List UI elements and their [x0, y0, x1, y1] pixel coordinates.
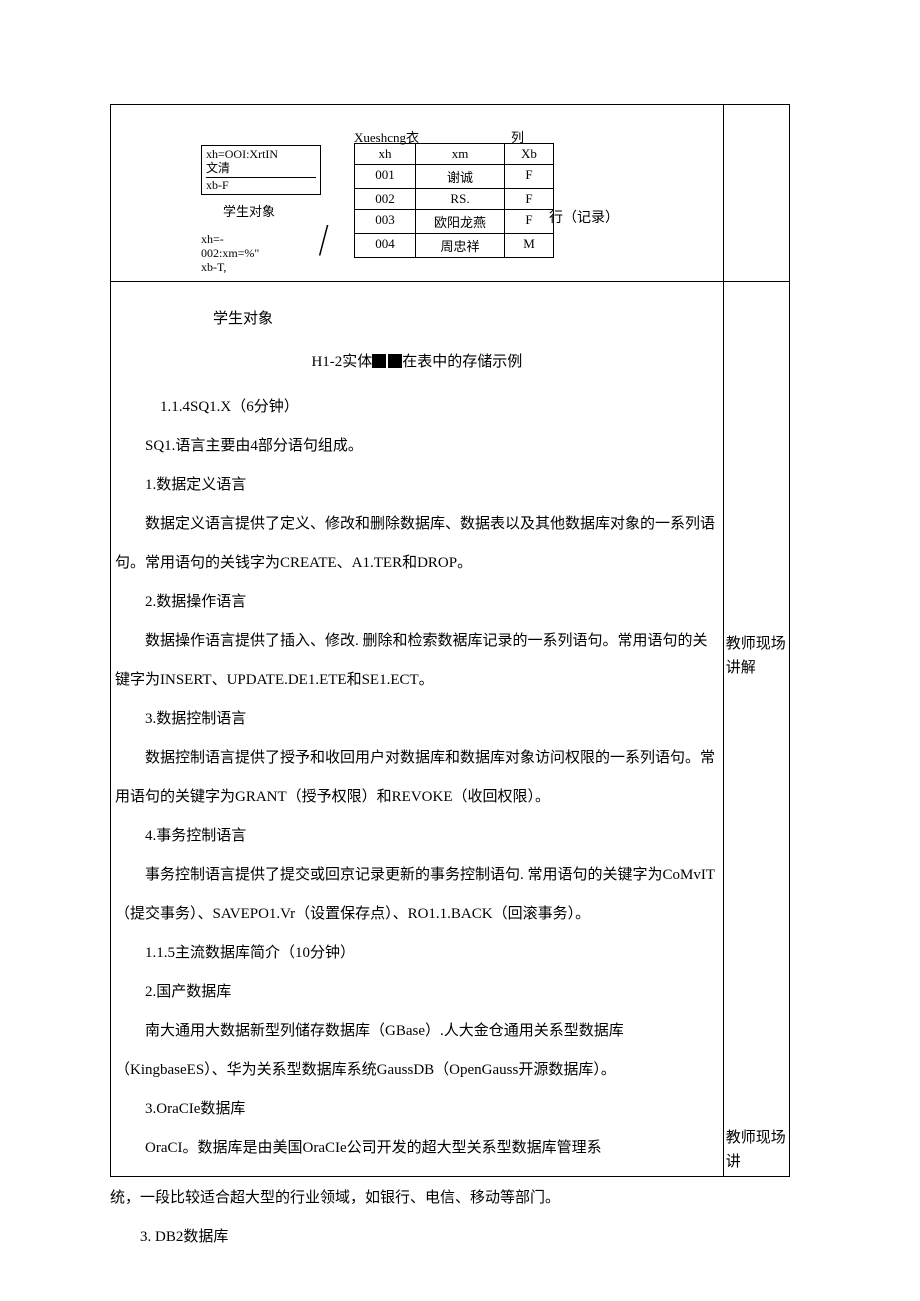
obj2-line2: 002:xm=%"	[201, 247, 259, 261]
side-note-1: 教师现场讲解	[726, 632, 787, 680]
figure-area: xh=OOI:XrtIN 文清 xb-F 学生对象 xh=- 002:xm=%"…	[111, 105, 723, 281]
figure-caption: H1-2实体在表中的存储示例 H1-2实体在表中的存储示例	[115, 343, 719, 382]
obj1-line2: 文清	[206, 162, 316, 176]
h-dml: 2.数据操作语言	[115, 583, 719, 622]
data-table: xh xm Xb 001 谢诚 F 002 RS. F	[354, 143, 554, 258]
row-label: 行（记录）	[549, 207, 619, 227]
table-row: 003 欧阳龙燕 F	[355, 210, 554, 234]
table-row: 004 周忠祥 M	[355, 234, 554, 258]
slash-divider: /	[320, 213, 326, 266]
h-oracle: 3.OraCIe数据库	[115, 1090, 719, 1129]
side-note-2: 教师现场讲	[726, 1126, 787, 1174]
side-cell-upper	[723, 105, 789, 282]
h-ddl: 1.数据定义语言	[115, 466, 719, 505]
p-sql-intro: SQ1.语言主要由4部分语句组成。	[115, 427, 719, 466]
h-domestic-db: 2.国产数据库	[115, 973, 719, 1012]
student-obj-line: 学生对象	[115, 300, 719, 339]
obj2-line3: xb-T,	[201, 261, 259, 275]
p-ddl: 数据定义语言提供了定义、修改和删除数据库、数据表以及其他数据库对象的一系列语句。…	[115, 505, 719, 583]
obj1-line1: xh=OOI:XrtIN	[206, 148, 316, 162]
h-tcl: 4.事务控制语言	[115, 817, 719, 856]
below-p2: 3. DB2数据库	[110, 1218, 790, 1257]
table-row: 001 谢诚 F	[355, 165, 554, 189]
p-oracle: OraCI。数据库是由美国OraCIe公司开发的超大型关系型数据库管理系	[115, 1129, 719, 1168]
object-box-1: xh=OOI:XrtIN 文清 xb-F	[201, 145, 321, 195]
p-domestic-db: 南大通用大数据新型列储存数据库（GBase）.人大金仓通用关系型数据库（King…	[115, 1012, 719, 1090]
side-cell-lower: 教师现场讲解 教师现场讲	[723, 282, 789, 1177]
p-tcl: 事务控制语言提供了提交或回京记录更新的事务控制语句. 常用语句的关键字为CoMv…	[115, 856, 719, 934]
p-dml: 数据操作语言提供了插入、修改. 删除和检索数裾库记录的一系列语句。常用语句的关键…	[115, 622, 719, 700]
section-114: 1.1.4SQ1.X（6分钟）	[115, 388, 719, 427]
below-table-text: 统，一段比较适合超大型的行业领域，如银行、电信、移动等部门。 3. DB2数据库	[110, 1177, 790, 1257]
obj2-line1: xh=-	[201, 233, 259, 247]
p-dcl: 数据控制语言提供了授予和收回用户对数据库和数据库对象访问权限的一系列语句。常用语…	[115, 739, 719, 817]
content-body: 学生对象 H1-2实体在表中的存储示例 H1-2实体在表中的存储示例 1.1.4…	[111, 300, 723, 1176]
section-115: 1.1.5主流数据库简介（10分钟）	[115, 934, 719, 973]
object-label: 学生对象	[223, 201, 275, 220]
table-row: 002 RS. F	[355, 189, 554, 210]
object-box-2: xh=- 002:xm=%" xb-T,	[201, 233, 259, 274]
layout-table: xh=OOI:XrtIN 文清 xb-F 学生对象 xh=- 002:xm=%"…	[110, 104, 790, 1177]
page: xh=OOI:XrtIN 文清 xb-F 学生对象 xh=- 002:xm=%"…	[0, 104, 920, 1257]
th-xm: xm	[416, 144, 505, 165]
below-p1: 统，一段比较适合超大型的行业领域，如银行、电信、移动等部门。	[110, 1179, 790, 1218]
th-xb: Xb	[505, 144, 554, 165]
h-dcl: 3.数据控制语言	[115, 700, 719, 739]
th-xh: xh	[355, 144, 416, 165]
obj1-line3: xb-F	[206, 179, 316, 193]
